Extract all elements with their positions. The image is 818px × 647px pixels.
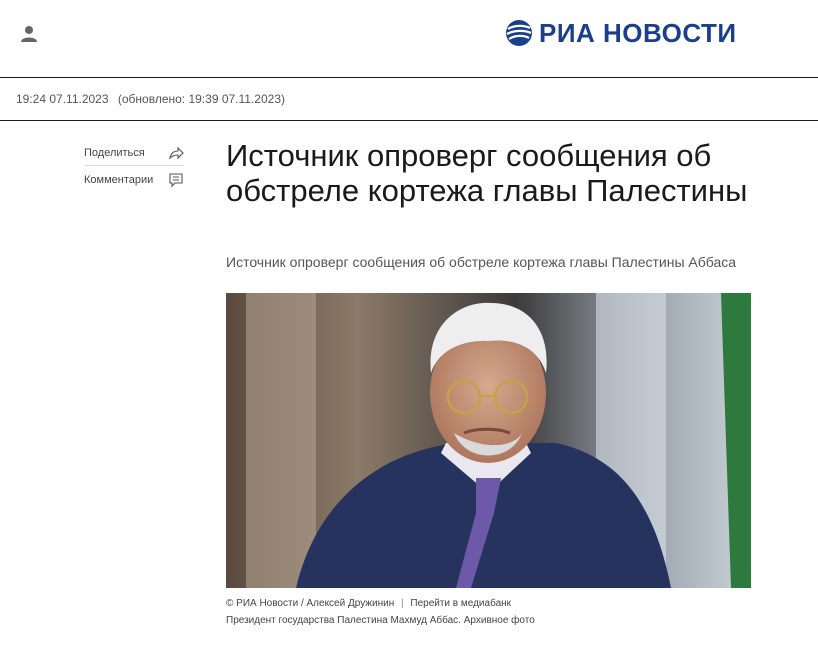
article-actions: Поделиться Комментарии bbox=[84, 141, 184, 192]
share-button[interactable]: Поделиться bbox=[84, 141, 184, 166]
user-icon[interactable] bbox=[20, 25, 38, 43]
article-subtitle: Источник опроверг сообщения об обстреле … bbox=[226, 254, 737, 270]
comments-button[interactable]: Комментарии bbox=[84, 168, 184, 192]
article-meta: 19:24 07.11.2023 (обновлено: 19:39 07.11… bbox=[16, 92, 285, 106]
photo-credit: © РИА Новости / Алексей Дружинин bbox=[226, 598, 395, 609]
mediabank-link[interactable]: Перейти в медиабанк bbox=[410, 598, 511, 609]
publish-time: 19:24 07.11.2023 bbox=[16, 92, 109, 106]
header-divider bbox=[0, 77, 818, 78]
globe-icon bbox=[506, 20, 532, 46]
meta-divider bbox=[0, 120, 818, 121]
site-header: РИА НОВОСТИ bbox=[0, 0, 818, 77]
comments-label: Комментарии bbox=[84, 174, 154, 186]
article-photo[interactable] bbox=[226, 293, 751, 588]
share-label: Поделиться bbox=[84, 147, 145, 159]
photo-credits: © РИА Новости / Алексей Дружинин | Перей… bbox=[226, 598, 511, 609]
comment-icon bbox=[169, 173, 183, 188]
ria-logo[interactable]: РИА НОВОСТИ bbox=[505, 18, 737, 48]
photo-caption: Президент государства Палестина Махмуд А… bbox=[226, 615, 535, 626]
credit-separator: | bbox=[401, 598, 404, 609]
share-icon bbox=[169, 146, 184, 160]
article-title: Источник опроверг сообщения об обстреле … bbox=[226, 138, 748, 208]
updated-time: (обновлено: 19:39 07.11.2023) bbox=[117, 92, 285, 106]
logo-text: РИА НОВОСТИ bbox=[539, 17, 737, 48]
